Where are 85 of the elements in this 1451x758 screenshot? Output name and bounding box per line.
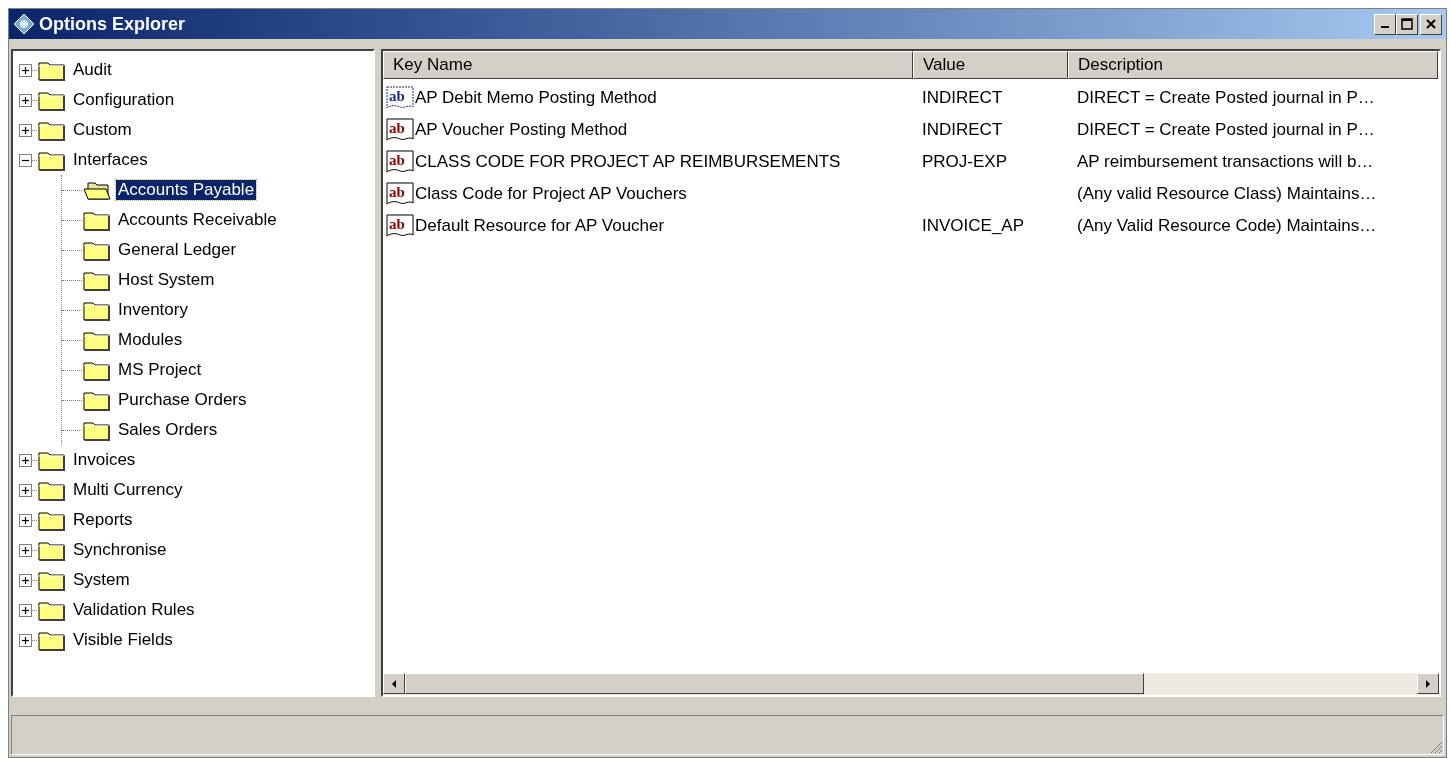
folder-icon (37, 119, 67, 141)
text-value-icon: ab (385, 149, 415, 175)
value-cell: PROJ-EXP (922, 152, 1008, 172)
tree-item[interactable]: Visible Fields (71, 630, 175, 650)
window-title: Options Explorer (39, 12, 187, 36)
close-button[interactable] (1420, 13, 1442, 35)
folder-icon (37, 599, 67, 621)
text-value-icon: ab (385, 181, 415, 207)
tree-item[interactable]: Accounts Payable (116, 180, 257, 200)
description-cell: AP reimbursement transactions will b… (1077, 152, 1374, 172)
tree-item[interactable]: Sales Orders (116, 420, 220, 440)
expand-icon[interactable] (19, 93, 32, 107)
expand-icon[interactable] (19, 123, 32, 137)
tree-item[interactable]: Host System (116, 270, 217, 290)
value-cell: INVOICE_AP (922, 216, 1025, 236)
tree-item[interactable]: Inventory (116, 300, 190, 320)
folder-icon (37, 89, 67, 111)
left-arrow-icon (390, 678, 398, 689)
key-name-cell-text: CLASS CODE FOR PROJECT AP REIMBURSEMENTS (415, 151, 841, 174)
tree-item[interactable]: Invoices (71, 450, 138, 470)
app-logo-icon (13, 13, 35, 35)
folder-icon (37, 449, 67, 471)
expand-icon[interactable] (19, 573, 32, 587)
folder-icon (37, 509, 67, 531)
tree-item[interactable]: Interfaces (71, 150, 150, 170)
tree-item[interactable]: Configuration (71, 90, 177, 110)
close-icon (1426, 19, 1436, 29)
tree-item[interactable]: Reports (71, 510, 135, 530)
expand-icon[interactable] (19, 633, 32, 647)
expand-icon[interactable] (19, 543, 32, 557)
description-cell: (Any Valid Resource Code) Maintains… (1077, 216, 1377, 236)
minimize-icon (1381, 26, 1389, 28)
folder-icon (82, 419, 112, 441)
column-header[interactable]: Value (913, 51, 1068, 79)
folder-icon (82, 389, 112, 411)
expand-icon[interactable] (19, 63, 32, 77)
tree-item[interactable]: MS Project (116, 360, 204, 380)
key-name-cell-text: AP Voucher Posting Method (415, 119, 628, 142)
right-arrow-icon (1424, 678, 1432, 689)
expand-icon[interactable] (19, 483, 32, 497)
folder-icon (37, 569, 67, 591)
folder-icon (82, 269, 112, 291)
maximize-button[interactable] (1396, 13, 1418, 35)
tree-item[interactable]: Multi Currency (71, 480, 185, 500)
folder-icon (37, 629, 67, 651)
description-cell: DIRECT = Create Posted journal in P… (1077, 88, 1375, 108)
tree-item[interactable]: Validation Rules (71, 600, 197, 620)
key-name-cell-text: Default Resource for AP Voucher (415, 215, 665, 238)
tree-item[interactable]: Purchase Orders (116, 390, 249, 410)
text-value-icon: ab (385, 85, 415, 111)
text-value-icon: ab (385, 117, 415, 143)
column-header[interactable]: Description (1068, 51, 1438, 79)
folder-icon (82, 359, 112, 381)
minimize-button[interactable] (1374, 13, 1396, 35)
folder-icon (82, 239, 112, 261)
expand-icon[interactable] (19, 453, 32, 467)
description-cell: DIRECT = Create Posted journal in P… (1077, 120, 1375, 140)
value-cell: INDIRECT (922, 88, 1003, 108)
description-cell: (Any valid Resource Class) Maintains… (1077, 184, 1377, 204)
tree-item[interactable]: Modules (116, 330, 185, 350)
folder-icon (82, 209, 112, 231)
value-cell: INDIRECT (922, 120, 1003, 140)
folder-icon (37, 539, 67, 561)
key-name-cell-text: AP Debit Memo Posting Method (415, 87, 657, 110)
column-header[interactable]: Key Name (383, 51, 913, 79)
tree-item[interactable]: System (71, 570, 132, 590)
expand-icon[interactable] (19, 513, 32, 527)
tree-item[interactable]: Audit (71, 60, 114, 80)
tree-item[interactable]: Accounts Receivable (116, 210, 279, 230)
scroll-left-button[interactable] (383, 673, 405, 694)
folder-icon (37, 59, 67, 81)
collapse-icon[interactable] (19, 153, 32, 167)
key-name-cell-text: Class Code for Project AP Vouchers (415, 183, 687, 206)
folder-icon (82, 329, 112, 351)
tree-item[interactable]: Synchronise (71, 540, 169, 560)
folder-icon (37, 479, 67, 501)
text-value-icon: ab (385, 213, 415, 239)
tree-item[interactable]: Custom (71, 120, 134, 140)
tree-item[interactable]: General Ledger (116, 240, 239, 260)
scroll-right-button[interactable] (1417, 673, 1439, 694)
expand-icon[interactable] (19, 603, 32, 617)
maximize-icon (1401, 18, 1413, 30)
folder-icon (37, 149, 67, 171)
open-folder-icon (82, 179, 112, 201)
folder-icon (82, 299, 112, 321)
